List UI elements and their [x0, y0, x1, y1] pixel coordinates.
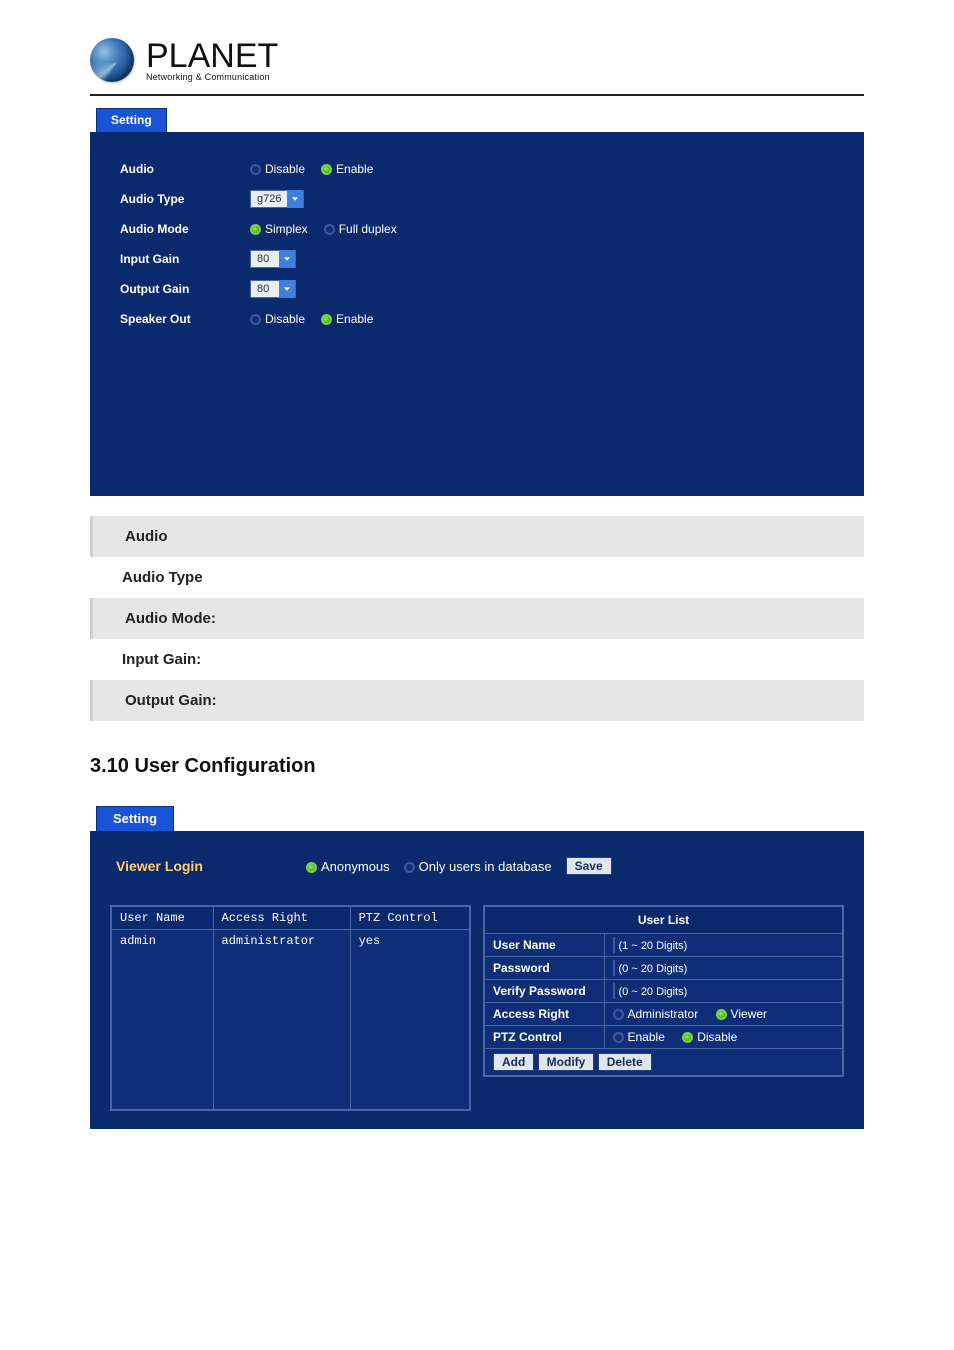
cell-ptzcontrol: yes	[350, 930, 470, 1110]
band-audio-mode: Audio Mode:	[90, 598, 864, 639]
label-speaker-out: Speaker Out	[120, 312, 250, 326]
chevron-down-icon	[279, 250, 295, 268]
logo-main-text: PLANET	[146, 39, 278, 73]
radio-audio-mode-simplex[interactable]: Simplex	[250, 222, 308, 236]
label-viewer-login: Viewer Login	[116, 858, 306, 874]
select-value: 80	[251, 283, 279, 295]
radio-access-viewer[interactable]: Viewer	[716, 1007, 767, 1021]
th-username: User Name	[111, 906, 213, 930]
band-output-gain: Output Gain:	[90, 680, 864, 721]
audio-settings-panel: Audio Disable Enable Audio Type g726 Aud…	[90, 132, 864, 496]
logo-sub-text: Networking & Communication	[146, 73, 278, 82]
radio-label: Simplex	[265, 222, 308, 236]
label-audio-mode: Audio Mode	[120, 222, 250, 236]
radio-label: Enable	[336, 312, 373, 326]
tab-setting-user[interactable]: Setting	[96, 806, 174, 831]
table-row[interactable]: admin administrator yes	[111, 930, 470, 1110]
label-verify-password: Verify Password	[484, 980, 604, 1003]
radio-label: Only users in database	[419, 859, 552, 874]
radio-audio-enable[interactable]: Enable	[321, 162, 373, 176]
cell-accessright: administrator	[213, 930, 350, 1110]
label-password: Password	[484, 957, 604, 980]
hint-username: (1 ~ 20 Digits)	[615, 940, 688, 952]
th-ptzcontrol: PTZ Control	[350, 906, 470, 930]
label-username: User Name	[484, 934, 604, 957]
table-header-row: User Name Access Right PTZ Control	[111, 906, 470, 930]
logo-globe-icon	[90, 38, 134, 82]
label-audio-type: Audio Type	[120, 192, 250, 206]
radio-audio-mode-fullduplex[interactable]: Full duplex	[324, 222, 397, 236]
logo: PLANET Networking & Communication	[90, 38, 864, 82]
radio-speaker-disable[interactable]: Disable	[250, 312, 305, 326]
cell-username: admin	[111, 930, 213, 1110]
chevron-down-icon	[279, 280, 295, 298]
divider	[90, 94, 864, 96]
select-value: 80	[251, 253, 279, 265]
delete-button[interactable]: Delete	[598, 1053, 652, 1071]
hint-verify-password: (0 ~ 20 Digits)	[615, 986, 688, 998]
radio-label: Disable	[265, 162, 305, 176]
band-input-gain: Input Gain:	[90, 639, 864, 680]
th-accessright: Access Right	[213, 906, 350, 930]
add-button[interactable]: Add	[493, 1053, 534, 1071]
section-heading-user-config: 3.10 User Configuration	[90, 755, 864, 778]
radio-label: Viewer	[731, 1007, 767, 1021]
radio-label: Enable	[628, 1030, 665, 1044]
radio-viewer-anonymous[interactable]: Anonymous	[306, 859, 390, 874]
radio-ptz-disable[interactable]: Disable	[682, 1030, 737, 1044]
radio-label: Disable	[265, 312, 305, 326]
user-list-form: User List User Name (1 ~ 20 Digits) Pass…	[483, 905, 844, 1077]
modify-button[interactable]: Modify	[538, 1053, 595, 1071]
select-value: g726	[251, 193, 287, 205]
label-audio: Audio	[120, 162, 250, 176]
radio-ptz-enable[interactable]: Enable	[613, 1030, 665, 1044]
radio-label: Anonymous	[321, 859, 390, 874]
label-output-gain: Output Gain	[120, 282, 250, 296]
select-audio-type[interactable]: g726	[250, 190, 304, 208]
radio-viewer-database[interactable]: Only users in database	[404, 859, 552, 874]
band-audio: Audio	[90, 516, 864, 557]
chevron-down-icon	[287, 190, 303, 208]
radio-label: Administrator	[628, 1007, 699, 1021]
user-list-title: User List	[484, 906, 843, 934]
radio-label: Disable	[697, 1030, 737, 1044]
tab-setting-audio[interactable]: Setting	[96, 108, 167, 132]
select-output-gain[interactable]: 80	[250, 280, 296, 298]
select-input-gain[interactable]: 80	[250, 250, 296, 268]
label-access-right: Access Right	[484, 1003, 604, 1026]
save-button[interactable]: Save	[566, 857, 612, 875]
label-input-gain: Input Gain	[120, 252, 250, 266]
radio-label: Full duplex	[339, 222, 397, 236]
user-config-panel: Viewer Login Anonymous Only users in dat…	[90, 831, 864, 1129]
band-audio-type: Audio Type	[90, 557, 864, 598]
radio-speaker-enable[interactable]: Enable	[321, 312, 373, 326]
label-ptz-control: PTZ Control	[484, 1026, 604, 1049]
radio-access-admin[interactable]: Administrator	[613, 1007, 699, 1021]
hint-password: (0 ~ 20 Digits)	[615, 963, 688, 975]
radio-label: Enable	[336, 162, 373, 176]
radio-audio-disable[interactable]: Disable	[250, 162, 305, 176]
users-table: User Name Access Right PTZ Control admin…	[110, 905, 471, 1111]
